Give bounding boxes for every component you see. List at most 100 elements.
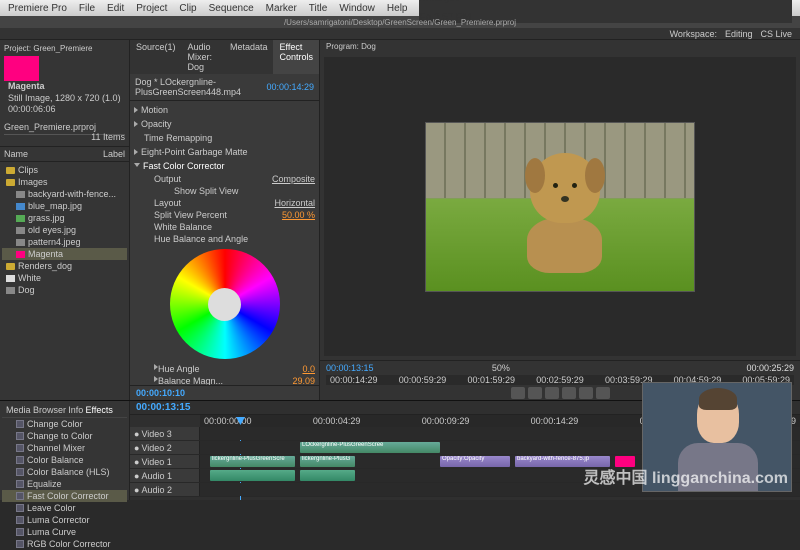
source-tc: 00:00:14:29 — [266, 82, 314, 92]
tab-effectcontrols[interactable]: Effect Controls — [273, 40, 319, 74]
track-toggle[interactable]: ● — [134, 443, 139, 453]
bin-item[interactable]: Magenta — [2, 248, 127, 260]
bin-item[interactable]: backyard-with-fence... — [2, 188, 127, 200]
bin-item[interactable]: blue_map.jpg — [2, 200, 127, 212]
step-back-button[interactable] — [528, 387, 542, 399]
timeline-clip[interactable] — [210, 470, 295, 481]
track-toggle[interactable]: ● — [134, 457, 139, 467]
track-header[interactable]: ● Audio 2 — [130, 483, 200, 496]
layout-value[interactable]: Horizontal — [274, 198, 315, 208]
bin-item[interactable]: Clips — [2, 164, 127, 176]
tab-metadata[interactable]: Metadata — [224, 40, 274, 74]
effect-item[interactable]: Channel Mixer — [2, 442, 127, 454]
timeline-clip[interactable] — [300, 470, 355, 481]
bin-item[interactable]: White — [2, 272, 127, 284]
menu-edit[interactable]: Edit — [107, 3, 124, 14]
bin-item[interactable]: Images — [2, 176, 127, 188]
bin-item[interactable]: grass.jpg — [2, 212, 127, 224]
menu-help[interactable]: Help — [387, 3, 408, 14]
menu-window[interactable]: Window — [339, 3, 375, 14]
menu-project[interactable]: Project — [136, 3, 167, 14]
tab-audiomixer[interactable]: Audio Mixer: Dog — [182, 40, 224, 74]
bin-item-label: Renders_dog — [18, 261, 72, 271]
step-fwd-button[interactable] — [562, 387, 576, 399]
fx-fastcolor[interactable]: Fast Color Corrector — [143, 161, 225, 171]
loop-button[interactable] — [596, 387, 610, 399]
effect-icon — [16, 444, 24, 452]
clip-icon — [6, 287, 15, 294]
goto-in-button[interactable] — [511, 387, 525, 399]
track-header[interactable]: ● Video 1 — [130, 455, 200, 468]
disclosure-icon[interactable] — [134, 107, 138, 113]
disclosure-icon[interactable] — [134, 163, 140, 170]
track-toggle[interactable]: ● — [134, 485, 139, 495]
folder-icon — [6, 167, 15, 174]
track-name: Video 2 — [141, 443, 171, 453]
clip-info: Still Image, 1280 x 720 (1.0) — [8, 93, 121, 105]
timeline-clip[interactable]: LOckergnline-PlusGreenScree — [300, 442, 440, 453]
effect-tc: 00:00:10:10 — [130, 385, 319, 400]
cs-live[interactable]: CS Live — [760, 29, 792, 39]
effect-item[interactable]: Color Balance — [2, 454, 127, 466]
timeline-tc[interactable]: 00:00:13:15 — [136, 402, 190, 413]
effect-item[interactable]: Luma Corrector — [2, 514, 127, 526]
play-button[interactable] — [545, 387, 559, 399]
effect-item[interactable]: RGB Color Corrector — [2, 538, 127, 550]
timeline-clip[interactable]: lickergnline-PlusG — [300, 456, 355, 467]
track-toggle[interactable]: ● — [134, 471, 139, 481]
effect-item[interactable]: Change to Color — [2, 430, 127, 442]
param-value[interactable]: 29.09 — [292, 376, 315, 385]
menu-sequence[interactable]: Sequence — [209, 3, 254, 14]
program-current-tc[interactable]: 00:00:13:15 — [326, 363, 374, 373]
track-header[interactable]: ● Audio 1 — [130, 469, 200, 482]
timeline-clip[interactable]: lickergnline-PlusGreenScre — [210, 456, 295, 467]
workspace-value[interactable]: Editing — [725, 29, 753, 39]
effect-icon — [16, 540, 24, 548]
clip-thumbnail[interactable] — [4, 56, 39, 81]
bin-item[interactable]: Dog — [2, 284, 127, 296]
effect-item[interactable]: Color Balance (HLS) — [2, 466, 127, 478]
effect-item[interactable]: Luma Curve — [2, 526, 127, 538]
effect-item[interactable]: Leave Color — [2, 502, 127, 514]
menu-title[interactable]: Title — [309, 3, 328, 14]
bin-item[interactable]: pattern4.jpeg — [2, 236, 127, 248]
effect-item[interactable]: Fast Color Corrector — [2, 490, 127, 502]
col-label[interactable]: Label — [103, 149, 125, 159]
disclosure-icon[interactable] — [134, 149, 138, 155]
effect-icon — [16, 432, 24, 440]
track-header[interactable]: ● Video 2 — [130, 441, 200, 454]
menu-clip[interactable]: Clip — [179, 3, 196, 14]
timeline-clip[interactable]: Opacity:Opacity — [440, 456, 510, 467]
bin-item[interactable]: old eyes.jpg — [2, 224, 127, 236]
program-zoom[interactable]: 50% — [492, 363, 510, 373]
fx-timeremap[interactable]: Time Remapping — [144, 133, 212, 143]
menu-marker[interactable]: Marker — [266, 3, 297, 14]
disclosure-icon[interactable] — [134, 121, 138, 127]
effect-item[interactable]: Change Color — [2, 418, 127, 430]
timeline-clip[interactable] — [615, 456, 635, 467]
param-value[interactable]: 0.0 — [302, 364, 315, 374]
timeline-clip[interactable]: backyard-with-fence-875.jp — [515, 456, 610, 467]
bin-item[interactable]: Renders_dog — [2, 260, 127, 272]
color-wheel[interactable] — [170, 249, 280, 359]
tab-info[interactable]: Info — [68, 405, 83, 415]
battery-status: iCharged — [419, 0, 792, 4]
effect-item[interactable]: Equalize — [2, 478, 127, 490]
effect-controls-panel: Source(1) Audio Mixer: Dog Metadata Effe… — [130, 40, 320, 400]
fx-motion[interactable]: Motion — [141, 105, 168, 115]
menu-file[interactable]: File — [79, 3, 95, 14]
param-label: Balance Magn... — [158, 376, 223, 385]
tab-source[interactable]: Source(1) — [130, 40, 182, 74]
track-toggle[interactable]: ● — [134, 429, 139, 439]
bin-item-label: Images — [18, 177, 48, 187]
splitview-label[interactable]: Show Split View — [174, 186, 238, 196]
fx-garbage[interactable]: Eight-Point Garbage Matte — [141, 147, 248, 157]
tab-mediabrowser[interactable]: Media Browser — [6, 405, 66, 415]
track-header[interactable]: ● Video 3 — [130, 427, 200, 440]
tab-effects[interactable]: Effects — [86, 405, 113, 415]
fx-opacity[interactable]: Opacity — [141, 119, 172, 129]
output-value[interactable]: Composite — [272, 174, 315, 184]
col-name[interactable]: Name — [4, 149, 28, 159]
splitpercent-value[interactable]: 50.00 % — [282, 210, 315, 220]
goto-out-button[interactable] — [579, 387, 593, 399]
